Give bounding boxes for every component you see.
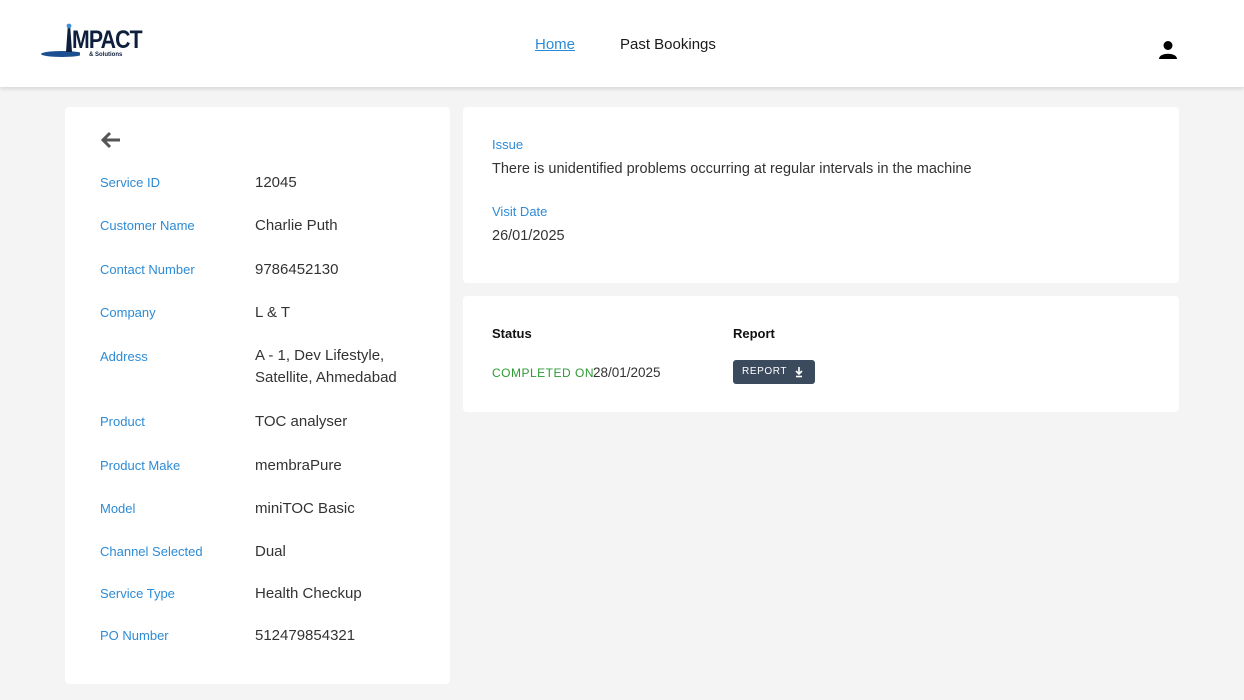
report-heading: Report xyxy=(733,326,775,341)
product-label: Product xyxy=(100,414,145,429)
customer-name-label: Customer Name xyxy=(100,218,195,233)
status-badge: COMPLETED ON xyxy=(492,366,595,380)
customer-name-value: Charlie Puth xyxy=(255,217,338,234)
completed-date: 28/01/2025 xyxy=(593,365,661,380)
address-value: A - 1, Dev Lifestyle, Satellite, Ahmedab… xyxy=(255,347,397,386)
po-number-label: PO Number xyxy=(100,628,169,643)
nav-past-bookings-link[interactable]: Past Bookings xyxy=(620,36,716,53)
model-value: miniTOC Basic xyxy=(255,500,355,517)
address-label: Address xyxy=(100,349,148,364)
contact-number-label: Contact Number xyxy=(100,262,195,277)
issue-card xyxy=(463,107,1179,283)
status-card xyxy=(463,296,1179,412)
impact-logo[interactable]: MPACT & Solutions xyxy=(40,22,144,62)
report-download-button[interactable]: REPORT xyxy=(733,360,815,384)
visit-date-label: Visit Date xyxy=(492,204,548,219)
visit-date-value: 26/01/2025 xyxy=(492,228,565,244)
user-icon[interactable] xyxy=(1158,40,1178,60)
model-label: Model xyxy=(100,501,136,516)
status-heading: Status xyxy=(492,326,532,341)
download-icon xyxy=(795,367,803,378)
service-type-label: Service Type xyxy=(100,586,175,601)
top-navbar: MPACT & Solutions Home Past Bookings xyxy=(0,0,1244,87)
company-label: Company xyxy=(100,305,156,320)
product-make-value: membraPure xyxy=(255,457,342,474)
service-id-value: 12045 xyxy=(255,174,297,191)
product-make-label: Product Make xyxy=(100,458,181,473)
service-id-label: Service ID xyxy=(100,175,160,190)
logo-text: MPACT xyxy=(72,26,143,54)
nav-home-link[interactable]: Home xyxy=(535,36,575,53)
issue-label: Issue xyxy=(492,137,524,152)
channel-selected-label: Channel Selected xyxy=(100,544,203,559)
company-value: L & T xyxy=(255,304,291,321)
product-value: TOC analyser xyxy=(255,413,348,430)
issue-text: There is unidentified problems occurring… xyxy=(492,161,972,177)
logo-subtext: & Solutions xyxy=(89,52,123,58)
service-type-value: Health Checkup xyxy=(255,585,362,602)
channel-selected-value: Dual xyxy=(255,543,286,560)
po-number-value: 512479854321 xyxy=(255,627,356,644)
report-button-label: REPORT xyxy=(742,366,788,377)
contact-number-value: 9786452130 xyxy=(255,261,339,278)
arrow-left-icon[interactable] xyxy=(100,130,122,150)
